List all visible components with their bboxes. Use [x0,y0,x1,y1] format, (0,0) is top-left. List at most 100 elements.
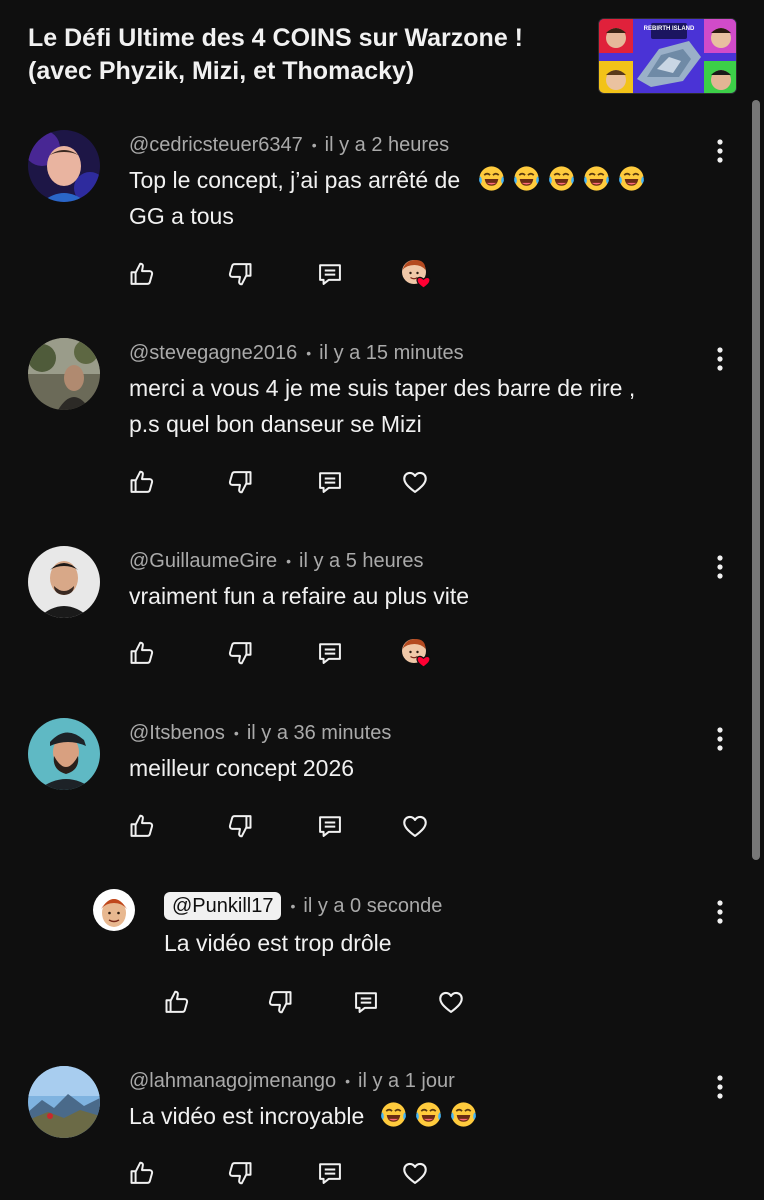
heart-button[interactable] [431,982,471,1022]
more-options-icon[interactable] [708,1067,732,1107]
heart-button[interactable] [395,806,435,846]
more-options-icon[interactable] [708,892,732,932]
comment-time[interactable]: il y a 2 heures [325,134,450,157]
comment-text-line2: p.s quel bon danseur se Mizi [129,411,422,437]
comment-meta: @Punkill17 • il y a 0 seconde [164,892,442,920]
creator-heart-icon [401,259,431,289]
comment-text: vraiment fun a refaire au plus vite [129,578,469,614]
like-button[interactable] [122,633,162,673]
avatar[interactable] [93,889,135,931]
like-button[interactable] [122,1153,162,1193]
comment-text-line1: La vidéo est trop drôle [164,930,392,956]
comment-text-line1: La vidéo est incroyable [129,1098,478,1134]
like-button[interactable] [122,254,162,294]
comment-meta: @Itsbenos • il y a 36 minutes [129,720,391,746]
like-icon [128,812,156,840]
meta-separator: • [286,553,292,569]
scrollbar[interactable] [752,100,760,860]
video-title[interactable]: Le Défi Ultime des 4 COINS sur Warzone !… [28,22,588,88]
comment-meta: @stevegagne2016 • il y a 15 minutes [129,340,464,366]
comment-item: @stevegagne2016 • il y a 15 minutes merc… [0,336,764,506]
comment-text-line2: GG a tous [129,203,234,229]
creator-heart-icon [401,638,431,668]
more-options-icon[interactable] [708,339,732,379]
heart-button[interactable] [395,462,435,502]
more-options-icon[interactable] [708,131,732,171]
laughing-emoji-icon [617,164,646,193]
comment-text-line1: merci a vous 4 je me suis taper des barr… [129,375,636,401]
comment-author-chip[interactable]: @Punkill17 [164,892,282,920]
reply-button[interactable] [310,1153,350,1193]
dislike-button[interactable] [260,982,300,1022]
reply-button[interactable] [346,982,386,1022]
heart-icon [401,468,429,496]
reply-button[interactable] [310,254,350,294]
laughing-emoji-icon [477,164,506,193]
comment-time[interactable]: il y a 5 heures [299,550,424,573]
comment-meta: @GuillaumeGire • il y a 5 heures [129,548,424,574]
dislike-button[interactable] [220,633,260,673]
like-icon [128,639,156,667]
comment-text-line1: Top le concept, j’ai pas arrêté de [129,162,646,198]
comment-actions [122,1153,462,1193]
comment-text: Top le concept, j’ai pas arrêté de GG a … [129,162,646,234]
dislike-button[interactable] [220,806,260,846]
heart-icon [401,812,429,840]
comment-item: @cedricsteuer6347 • il y a 2 heures Top … [0,128,764,298]
comment-emoji [379,1103,478,1129]
video-title-line2: (avec Phyzik, Mizi, et Thomacky) [28,57,415,85]
avatar[interactable] [28,338,100,410]
reply-icon [352,988,380,1016]
thumbnail-art: REBIRTH ISLAND [599,19,736,93]
video-title-line1: Le Défi Ultime des 4 COINS sur Warzone ! [28,24,524,52]
like-button[interactable] [122,806,162,846]
comment-item: @lahmanagojmenango • il y a 1 jour La vi… [0,1064,764,1200]
comment-text: La vidéo est incroyable [129,1098,478,1134]
comment-time[interactable]: il y a 0 seconde [303,895,442,918]
comment-time[interactable]: il y a 36 minutes [247,722,392,745]
comment-actions [157,982,497,1022]
comment-author[interactable]: @lahmanagojmenango [129,1070,336,1093]
comment-author[interactable]: @GuillaumeGire [129,550,277,573]
dislike-icon [226,1159,254,1187]
heart-icon [437,988,465,1016]
thumbnail-text: REBIRTH ISLAND [644,26,695,32]
comment-text: La vidéo est trop drôle [164,925,392,961]
comment-author[interactable]: @cedricsteuer6347 [129,134,303,157]
comment-author[interactable]: @Itsbenos [129,722,225,745]
reply-button[interactable] [310,633,350,673]
comment-time[interactable]: il y a 1 jour [358,1070,455,1093]
comment-text-line1: vraiment fun a refaire au plus vite [129,583,470,609]
reply-icon [316,468,344,496]
comment-time[interactable]: il y a 15 minutes [319,342,464,365]
comment-actions [122,462,462,502]
comment-item: @Itsbenos • il y a 36 minutes meilleur c… [0,716,764,850]
avatar[interactable] [28,130,100,202]
meta-separator: • [290,898,296,914]
avatar[interactable] [28,1066,100,1138]
more-options-icon[interactable] [708,547,732,587]
dislike-button[interactable] [220,462,260,502]
reply-button[interactable] [310,806,350,846]
avatar[interactable] [28,718,100,790]
dislike-icon [226,468,254,496]
like-button[interactable] [122,462,162,502]
avatar[interactable] [28,546,100,618]
dislike-button[interactable] [220,1153,260,1193]
reply-icon [316,260,344,288]
like-button[interactable] [157,982,197,1022]
more-options-icon[interactable] [708,719,732,759]
reply-button[interactable] [310,462,350,502]
comment-author[interactable]: @stevegagne2016 [129,342,297,365]
dislike-icon [226,639,254,667]
comment-text: merci a vous 4 je me suis taper des barr… [129,370,635,442]
comment-text-line1: meilleur concept 2026 [129,755,355,781]
heart-button[interactable] [395,1153,435,1193]
reply-item: @Punkill17 • il y a 0 seconde La vidéo e… [0,886,764,1026]
dislike-button[interactable] [220,254,260,294]
comment-text: meilleur concept 2026 [129,750,354,786]
laughing-emoji-icon [582,164,611,193]
video-thumbnail[interactable]: REBIRTH ISLAND [598,18,737,94]
reply-icon [316,639,344,667]
dislike-icon [266,988,294,1016]
